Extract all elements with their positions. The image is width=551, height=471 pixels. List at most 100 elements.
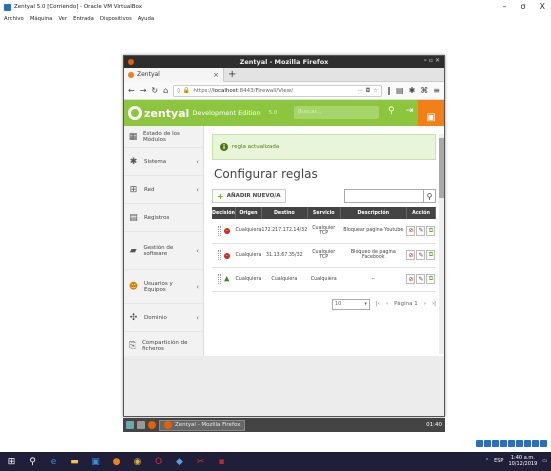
search-icon[interactable]: ⚲: [27, 456, 38, 467]
search-input[interactable]: Buscar...: [294, 106, 379, 119]
close-button[interactable]: X: [540, 2, 545, 11]
guest-files-icon[interactable]: [137, 421, 145, 429]
opera-icon[interactable]: O: [153, 456, 164, 467]
drag-handle-icon[interactable]: [217, 250, 221, 260]
search-icon[interactable]: ⚲: [424, 189, 436, 203]
clone-icon[interactable]: ⧉: [426, 225, 436, 236]
menu-ayuda[interactable]: Ayuda: [138, 16, 154, 22]
library-icon[interactable]: ‖: [387, 86, 391, 95]
sidebar-item-usuarios[interactable]: ☻ Usuarios y Equipos ‹: [124, 270, 203, 304]
logout-icon[interactable]: ⇥: [406, 106, 414, 116]
virtualbox-icon[interactable]: ◆: [174, 456, 185, 467]
sidebar-item-software[interactable]: ▰ Gestión de software ‹: [124, 232, 203, 270]
decision-cell: –: [212, 243, 236, 268]
add-new-button[interactable]: + AÑADIR NUEVO/A: [212, 189, 286, 203]
service-cell: Cualquier TCP: [307, 243, 341, 268]
pocket-icon[interactable]: ◘: [366, 88, 370, 94]
tab-close-icon[interactable]: ×: [213, 71, 219, 79]
new-tab-button[interactable]: +: [228, 69, 236, 80]
next-page-icon[interactable]: ›: [424, 301, 426, 307]
optical-icon[interactable]: [484, 440, 491, 447]
scrollbar-thumb[interactable]: [439, 138, 444, 198]
usb-icon[interactable]: [492, 440, 499, 447]
last-page-icon[interactable]: ›|: [432, 301, 436, 307]
store-icon[interactable]: ▣: [90, 456, 101, 467]
firefox-icon[interactable]: ●: [111, 456, 122, 467]
mouse-integration-icon[interactable]: [540, 440, 547, 447]
guest-task-label: Zentyal - Mozilla Firefox: [175, 422, 241, 428]
menu-dispositivos[interactable]: Dispositivos: [100, 16, 132, 22]
clone-icon[interactable]: ⧉: [426, 250, 436, 260]
guest-firefox-icon[interactable]: [148, 421, 156, 429]
menu-ver[interactable]: Ver: [58, 16, 67, 22]
sidebar-item-registros[interactable]: ▤ Registros: [124, 204, 203, 232]
notifications-icon[interactable]: ▭: [542, 458, 547, 464]
table-row[interactable]: – Cualquiera 31.13.67.35/32 Cualquier TC…: [212, 243, 436, 268]
sidebar-item-red[interactable]: ⊞ Red ‹: [124, 176, 203, 204]
delete-icon[interactable]: ⊘: [406, 225, 416, 236]
customize-icon[interactable]: ⌘: [420, 86, 428, 95]
hdd-icon[interactable]: [476, 440, 483, 447]
menu-archivo[interactable]: Archivo: [4, 16, 24, 22]
reload-icon[interactable]: ↻: [151, 86, 158, 95]
deny-icon: –: [223, 252, 230, 259]
sidebar-item-modules[interactable]: ▦ Estado de los Módulos: [124, 126, 203, 148]
firefox-title-bar: Zentyal - Mozilla Firefox – ▫ ✕: [124, 56, 444, 68]
drag-handle-icon[interactable]: [217, 225, 221, 236]
minimize-button[interactable]: –: [502, 2, 506, 11]
network-status-icon[interactable]: [516, 440, 523, 447]
guest-menu-icon[interactable]: [126, 421, 134, 429]
menu-icon[interactable]: ≡: [433, 86, 440, 95]
cpu-icon[interactable]: [532, 440, 539, 447]
prev-page-icon[interactable]: ‹: [386, 301, 388, 307]
sidebar-item-sistema[interactable]: ✱ Sistema ‹: [124, 148, 203, 176]
tab-zentyal[interactable]: Zentyal ×: [124, 67, 224, 82]
drag-handle-icon[interactable]: [218, 274, 222, 284]
zentyal-brand[interactable]: zentyal: [144, 107, 189, 120]
chrome-icon[interactable]: ◉: [132, 456, 143, 467]
menu-entrada[interactable]: Entrada: [73, 16, 94, 22]
modules-icon: ▦: [128, 131, 138, 142]
first-page-icon[interactable]: |‹: [376, 301, 380, 307]
app-icon[interactable]: ▪: [216, 456, 227, 467]
file-explorer-icon[interactable]: ▬: [69, 456, 80, 467]
firefox-window-controls[interactable]: – ▫ ✕: [424, 57, 440, 64]
home-icon[interactable]: ⌂: [163, 86, 168, 95]
search-icon[interactable]: ⚲: [388, 106, 395, 116]
shared-folder-icon[interactable]: [500, 440, 507, 447]
edit-icon[interactable]: ✎: [416, 274, 426, 284]
forward-icon[interactable]: →: [140, 86, 147, 95]
firefox-window-title: Zentyal - Mozilla Firefox: [239, 58, 329, 66]
decision-cell: ▲: [212, 267, 236, 292]
edge-icon[interactable]: e: [48, 456, 59, 467]
sidebar-toggle-icon[interactable]: ▤: [396, 86, 404, 95]
edit-icon[interactable]: ✎: [416, 250, 426, 260]
page-size-select[interactable]: 10 ▾: [331, 298, 370, 310]
tray-clock[interactable]: 1:40 a.m. 10/12/2019: [508, 455, 537, 467]
table-row[interactable]: ▲ Cualquiera Cualquiera Cualquiera -- ⊘ ✎…: [212, 267, 436, 292]
scrollbar[interactable]: [439, 134, 444, 354]
menu-maquina[interactable]: Máquina: [30, 16, 53, 22]
url-bar[interactable]: ◊ 🔒 https://localhost:8443/Firewall/View…: [173, 84, 383, 97]
app-icon[interactable]: ✂: [195, 456, 206, 467]
back-icon[interactable]: ←: [128, 86, 135, 95]
bookmark-star-icon[interactable]: ☆: [373, 88, 378, 94]
maximize-button[interactable]: σ: [520, 2, 525, 11]
tray-chevron-up-icon[interactable]: ⌃: [485, 458, 489, 464]
delete-icon[interactable]: ⊘: [406, 250, 416, 260]
edit-icon[interactable]: ✎: [416, 225, 426, 236]
clone-icon[interactable]: ⧉: [426, 274, 436, 284]
sidebar-item-dominio[interactable]: ✣ Dominio ‹: [124, 304, 203, 332]
recording-icon[interactable]: [524, 440, 531, 447]
destination-cell: 172.217.172.14/32: [261, 219, 308, 244]
windows-start-icon[interactable]: ⊞: [6, 456, 17, 467]
delete-icon[interactable]: ⊘: [406, 274, 416, 284]
tray-lang[interactable]: ESP: [494, 458, 503, 464]
extension-icon[interactable]: ✱: [409, 86, 416, 95]
filter-input[interactable]: [344, 189, 424, 203]
page-actions-icon[interactable]: ···: [357, 88, 362, 94]
sidebar-item-comparticion[interactable]: ⎘ Compartición de ficheros: [124, 332, 203, 360]
guest-task-firefox[interactable]: Zentyal - Mozilla Firefox: [159, 419, 246, 431]
display-icon[interactable]: [508, 440, 515, 447]
table-row[interactable]: – Cualquiera 172.217.172.14/32 Cualquier…: [212, 219, 436, 244]
